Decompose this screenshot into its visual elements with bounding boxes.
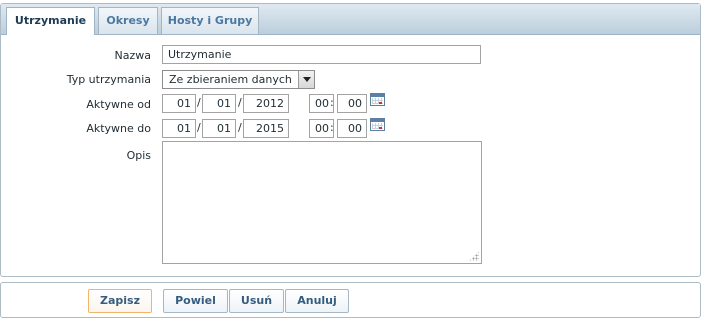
maintenance-type-select[interactable]: Ze zbieraniem danych (162, 70, 315, 89)
description-label: Opis (126, 149, 151, 162)
name-label: Nazwa (114, 49, 151, 62)
tab-bar: Utrzymanie Okresy Hosty i Grupy (1, 4, 700, 35)
time-separator: : (330, 96, 334, 109)
tab-maintenance[interactable]: Utrzymanie (6, 7, 95, 35)
active-since-day-input[interactable]: 01 (162, 94, 196, 113)
active-till-month-input[interactable]: 01 (202, 119, 236, 138)
active-since-label: Aktywne od (86, 98, 151, 111)
tab-hosts-groups[interactable]: Hosty i Grupy (161, 7, 259, 34)
time-separator: : (330, 121, 334, 134)
active-till-day-input[interactable]: 01 (162, 119, 196, 138)
active-till-minute-input[interactable]: 00 (337, 119, 367, 138)
chevron-down-icon[interactable] (298, 71, 314, 88)
calendar-icon[interactable] (370, 118, 385, 131)
delete-button[interactable]: Usuń (229, 289, 284, 313)
date-separator: / (197, 121, 201, 134)
maintenance-type-value: Ze zbieraniem danych (169, 73, 292, 86)
active-till-label: Aktywne do (86, 122, 151, 135)
form-footer: Zapisz Powiel Usuń Anuluj (0, 282, 701, 318)
active-since-month-input[interactable]: 01 (202, 94, 236, 113)
date-separator: / (238, 96, 242, 109)
maintenance-form-panel: Utrzymanie Okresy Hosty i Grupy Nazwa Ut… (0, 3, 701, 277)
active-till-year-input[interactable]: 2015 (243, 119, 289, 138)
date-separator: / (238, 121, 242, 134)
type-label: Typ utrzymania (66, 73, 151, 86)
save-button[interactable]: Zapisz (88, 289, 152, 313)
cancel-button[interactable]: Anuluj (285, 289, 349, 313)
description-textarea[interactable] (162, 141, 482, 264)
name-input[interactable]: Utrzymanie (162, 45, 481, 64)
resize-grip-icon[interactable] (469, 251, 479, 261)
tab-periods[interactable]: Okresy (98, 7, 158, 34)
calendar-icon[interactable] (370, 93, 385, 106)
active-since-year-input[interactable]: 2012 (243, 94, 289, 113)
date-separator: / (197, 96, 201, 109)
active-since-minute-input[interactable]: 00 (337, 94, 367, 113)
clone-button[interactable]: Powiel (163, 289, 228, 313)
